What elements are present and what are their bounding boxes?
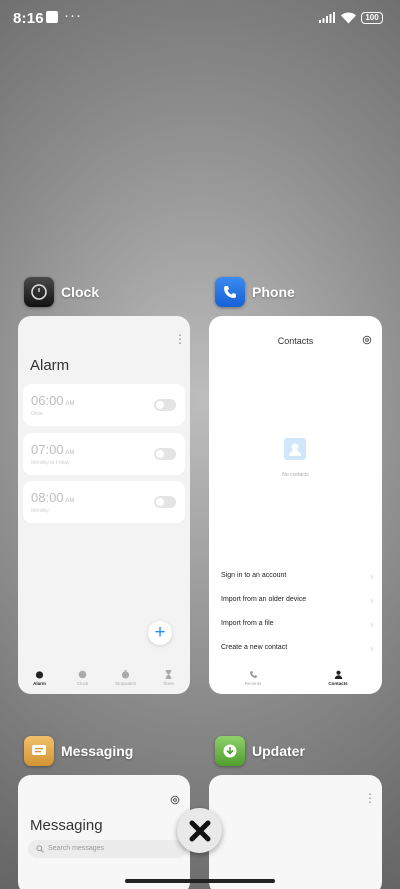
chevron-right-icon: › [370, 620, 373, 629]
search-messages-field: Search messages [28, 840, 186, 858]
clock-app-header[interactable]: Clock [24, 277, 99, 307]
phone-icon [249, 671, 257, 678]
empty-contacts-icon [284, 438, 306, 460]
battery-indicator: 100 [361, 12, 383, 24]
updater-app-header[interactable]: Updater [215, 736, 305, 766]
messaging-app-header[interactable]: Messaging [24, 736, 133, 766]
alarm-ampm: AM [65, 401, 75, 407]
clock-app-icon [24, 277, 54, 307]
contact-option: Sign in to an account › [221, 572, 373, 586]
contact-option: Create a new contact › [221, 644, 373, 658]
contact-option: Import from an older device › [221, 596, 373, 610]
hourglass-icon [165, 670, 172, 679]
phone-app-icon [215, 277, 245, 307]
search-placeholder: Search messages [48, 845, 105, 852]
tab-timer: Timer [147, 664, 190, 694]
wifi-icon [341, 12, 356, 24]
signal-icon [319, 12, 335, 23]
stopwatch-icon [121, 670, 130, 679]
chevron-right-icon: › [370, 596, 373, 605]
no-contacts-text: No contacts [282, 472, 309, 478]
messaging-app-icon [24, 736, 54, 766]
tab-contacts: Contacts [318, 670, 358, 686]
status-bar: 8:16 ··· 100 [0, 0, 400, 36]
alarm-icon [35, 671, 44, 679]
phone-app-card[interactable]: Contacts No contacts Sign in to an accou… [209, 316, 382, 694]
home-indicator[interactable] [125, 879, 275, 883]
updater-app-name: Updater [252, 743, 305, 759]
alarm-repeat: Monday to Friday [31, 460, 70, 466]
updater-more-icon: ⋮ [364, 791, 376, 805]
person-icon [334, 670, 342, 679]
alarm-item: 08:00 AM Monday [23, 481, 185, 523]
tab-stopwatch: Stopwatch [104, 664, 147, 694]
tab-clock: Clock [61, 664, 104, 694]
alarm-repeat: Once [31, 411, 43, 417]
alarm-repeat: Monday [31, 508, 49, 514]
updater-app-icon [215, 736, 245, 766]
contact-option-label: Import from an older device [221, 596, 307, 603]
clock-app-name: Clock [61, 284, 100, 300]
messaging-app-card[interactable]: Messaging Search messages [18, 775, 190, 889]
alarm-toggle [154, 496, 176, 508]
chevron-right-icon: › [370, 644, 373, 653]
status-time: 8:16 [13, 10, 44, 27]
more-notifications-icon: ··· [64, 7, 82, 24]
search-icon [36, 845, 44, 853]
alarm-ampm: AM [65, 498, 75, 504]
alarm-time: 06:00 [31, 393, 64, 408]
notification-square-icon [46, 11, 58, 23]
add-alarm-button: + [148, 621, 172, 645]
contact-option: Import from a file › [221, 620, 373, 634]
alarm-time: 08:00 [31, 490, 64, 505]
phone-app-name: Phone [252, 284, 295, 300]
messaging-screen-title: Messaging [30, 817, 103, 834]
close-icon [189, 820, 210, 841]
contact-option-label: Sign in to an account [221, 572, 287, 579]
clear-all-apps-button[interactable] [177, 808, 222, 853]
clock-tab-bar: Alarm Clock Stopwatch Timer [18, 664, 190, 694]
alarm-toggle [154, 399, 176, 411]
clock-app-card[interactable]: ⋮ Alarm 06:00 AM Once 07:00 AM Monday to F… [18, 316, 190, 694]
updater-app-card[interactable]: ⋮ [209, 775, 382, 889]
contact-option-label: Create a new contact [221, 644, 288, 651]
chevron-right-icon: › [370, 572, 373, 581]
clock-screen-title: Alarm [30, 357, 70, 374]
alarm-item: 06:00 AM Once [23, 384, 185, 426]
contacts-title: Contacts [277, 336, 314, 346]
settings-gear-icon [170, 795, 180, 805]
contact-option-label: Import from a file [221, 620, 274, 627]
tab-recents: Recents [233, 670, 273, 686]
settings-gear-icon [362, 335, 372, 345]
alarm-toggle [154, 448, 176, 460]
clock-icon [78, 670, 87, 679]
phone-app-header[interactable]: Phone [215, 277, 295, 307]
alarm-time: 07:00 [31, 442, 64, 457]
messaging-app-name: Messaging [61, 743, 134, 759]
alarm-item: 07:00 AM Monday to Friday [23, 433, 185, 475]
tab-alarm: Alarm [18, 664, 61, 694]
alarm-ampm: AM [65, 450, 75, 456]
clock-more-icon: ⋮ [174, 332, 186, 346]
